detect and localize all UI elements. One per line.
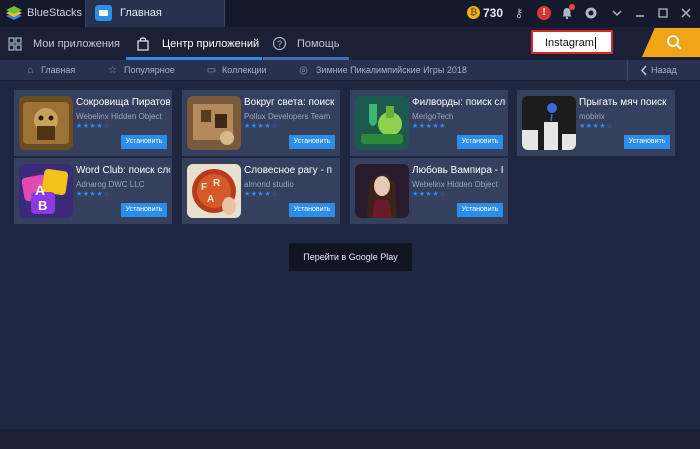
maximize-icon[interactable] — [656, 6, 670, 20]
app-card[interactable]: Любовь Вампира - I Webelinx Hidden Objec… — [350, 158, 508, 224]
svg-text:F: F — [201, 182, 207, 193]
nav-app-center[interactable]: Центр приложений — [126, 27, 262, 60]
svg-text:A: A — [207, 194, 214, 205]
shopping-bag-icon — [137, 37, 149, 51]
svg-text:R: R — [213, 178, 221, 189]
search-icon — [667, 35, 682, 50]
svg-text:?: ? — [277, 39, 282, 49]
app-icon-jump-ball — [522, 96, 576, 150]
app-title[interactable]: Прыгать мяч поиск — [579, 97, 673, 108]
app-rating: ★★★★☆ — [412, 191, 446, 198]
app-icon-pirate-treasure — [19, 96, 73, 150]
app-name: BlueStacks — [27, 7, 83, 19]
install-button[interactable]: Установить — [289, 135, 335, 149]
home-icon: ⌂ — [27, 65, 34, 76]
app-rating: ★★★★☆ — [76, 191, 110, 198]
text-caret — [595, 37, 596, 49]
chevron-left-icon — [641, 65, 647, 76]
app-icon-word-stew: F R A — [187, 164, 241, 218]
grid-icon — [8, 37, 22, 51]
circle-icon[interactable] — [584, 6, 598, 20]
app-developer: Webelinx Hidden Object — [412, 180, 498, 189]
minimize-icon[interactable] — [633, 6, 647, 20]
app-icon-around-world — [187, 96, 241, 150]
tab-home-label: Главная — [120, 7, 162, 19]
app-developer: mobirix — [579, 112, 605, 121]
title-bar: BlueStacks Главная ₿ 730 ⚷ ! — [0, 0, 700, 27]
nav-help[interactable]: ? Помощь — [263, 27, 349, 60]
app-card[interactable]: Вокруг света: поиск Pollux Developers Te… — [182, 90, 340, 156]
help-icon: ? — [272, 36, 287, 51]
category-home[interactable]: Главная — [41, 65, 75, 75]
tab-home[interactable]: Главная — [85, 0, 225, 27]
svg-text:A: A — [35, 182, 45, 198]
search-input-value: Instagram — [545, 37, 594, 49]
install-button[interactable]: Установить — [624, 135, 670, 149]
app-developer: Adnarog DWC LLC — [76, 180, 145, 189]
category-olympics[interactable]: Зимние Пикалимпийские Игры 2018 — [316, 65, 467, 75]
home-tab-icon — [95, 5, 112, 21]
install-button[interactable]: Установить — [457, 135, 503, 149]
app-icon-word-club: A B — [19, 164, 73, 218]
app-icon-vampire-love — [355, 164, 409, 218]
nav-app-center-label: Центр приложений — [162, 38, 260, 50]
bottom-bar — [0, 429, 700, 449]
app-title[interactable]: Вокруг света: поиск — [244, 97, 338, 108]
bell-icon[interactable] — [560, 4, 575, 20]
app-rating: ★★★★☆ — [244, 123, 278, 130]
category-popular[interactable]: Популярное — [124, 65, 175, 75]
app-title[interactable]: Word Club: поиск слов — [76, 165, 170, 176]
app-icon-filwords — [355, 96, 409, 150]
app-card[interactable]: Прыгать мяч поиск mobirix ★★★★☆ Установи… — [517, 90, 675, 156]
nav-my-apps-label: Мои приложения — [33, 38, 121, 50]
app-rating: ★★★★☆ — [244, 191, 278, 198]
alert-icon[interactable]: ! — [537, 6, 551, 20]
install-button[interactable]: Установить — [121, 203, 167, 217]
install-button[interactable]: Установить — [289, 203, 335, 217]
install-button[interactable]: Установить — [121, 135, 167, 149]
joystick-icon: ◎ — [299, 65, 308, 76]
app-title[interactable]: Сокровища Пиратов — [76, 97, 170, 108]
star-outline-icon: ☆ — [108, 65, 117, 76]
app-developer: Webelinx Hidden Object — [76, 112, 162, 121]
app-card[interactable]: Филворды: поиск слов MerigoTech ★★★★★ Ус… — [350, 90, 508, 156]
key-icon[interactable]: ⚷ — [512, 6, 526, 20]
app-rating: ★★★★★ — [412, 123, 446, 130]
app-rating: ★★★★☆ — [76, 123, 110, 130]
app-card[interactable]: Сокровища Пиратов Webelinx Hidden Object… — [14, 90, 172, 156]
notification-dot — [569, 4, 575, 10]
bluestacks-window: BlueStacks Главная ₿ 730 ⚷ ! Мои приложе… — [0, 0, 700, 449]
app-title[interactable]: Любовь Вампира - I — [412, 165, 506, 176]
app-developer: almond studio — [244, 180, 294, 189]
app-card[interactable]: F R A Словесное рагу - п almond studio ★… — [182, 158, 340, 224]
app-developer: Pollux Developers Team — [244, 112, 331, 121]
nav-help-label: Помощь — [297, 38, 340, 50]
back-button[interactable]: Назад — [627, 60, 700, 81]
back-label: Назад — [651, 65, 677, 75]
coin-icon: ₿ — [467, 6, 480, 19]
category-bar: ⌂ Главная ☆ Популярное ▭ Коллекции ◎ Зим… — [0, 60, 700, 81]
coin-count: 730 — [483, 6, 504, 20]
app-developer: MerigoTech — [412, 112, 454, 121]
app-card[interactable]: A B Word Club: поиск слов Adnarog DWC LL… — [14, 158, 172, 224]
app-title[interactable]: Словесное рагу - п — [244, 165, 338, 176]
collection-icon: ▭ — [206, 65, 217, 76]
search-input[interactable]: Instagram — [531, 30, 613, 54]
nav-my-apps[interactable]: Мои приложения — [0, 27, 125, 60]
menu-icon[interactable] — [610, 6, 624, 20]
install-button[interactable]: Установить — [457, 203, 503, 217]
category-collections[interactable]: Коллекции — [222, 65, 267, 75]
bluestacks-logo-icon — [6, 6, 22, 20]
go-to-google-play-button[interactable]: Перейти в Google Play — [289, 243, 412, 271]
app-title[interactable]: Филворды: поиск слов — [412, 97, 506, 108]
svg-text:B: B — [38, 198, 47, 213]
close-icon[interactable] — [679, 6, 693, 20]
app-rating: ★★★★☆ — [579, 123, 613, 130]
